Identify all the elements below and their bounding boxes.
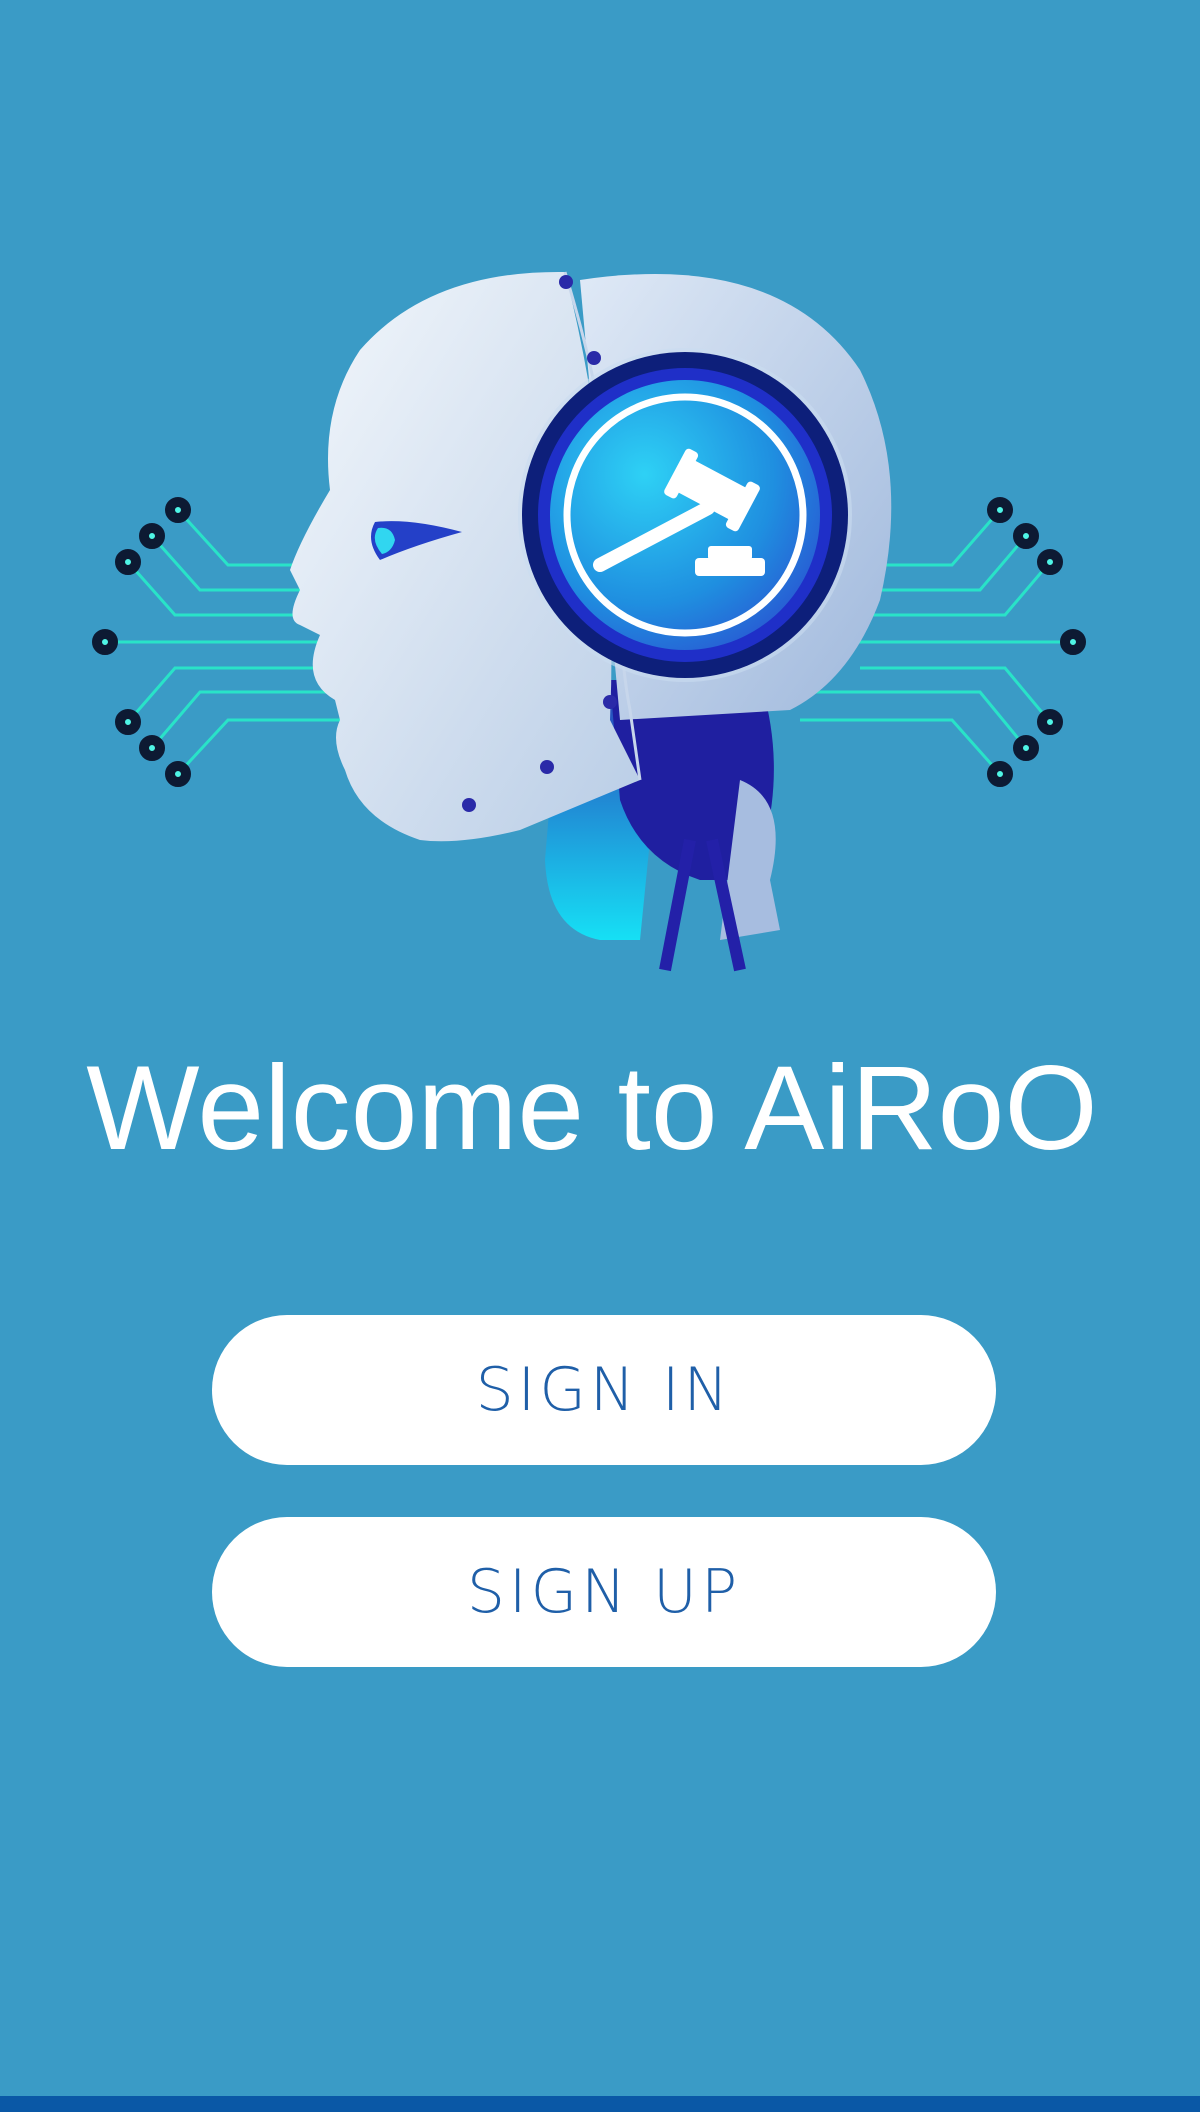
welcome-title: Welcome to AiRoO [86, 1041, 1098, 1175]
robot-head-gavel-illustration [92, 271, 1086, 972]
sign-up-button[interactable]: SIGN UP [212, 1517, 996, 1667]
bottom-bar [0, 2096, 1200, 2112]
gavel-emblem-icon [518, 348, 852, 682]
sign-in-button[interactable]: SIGN IN [212, 1315, 996, 1465]
